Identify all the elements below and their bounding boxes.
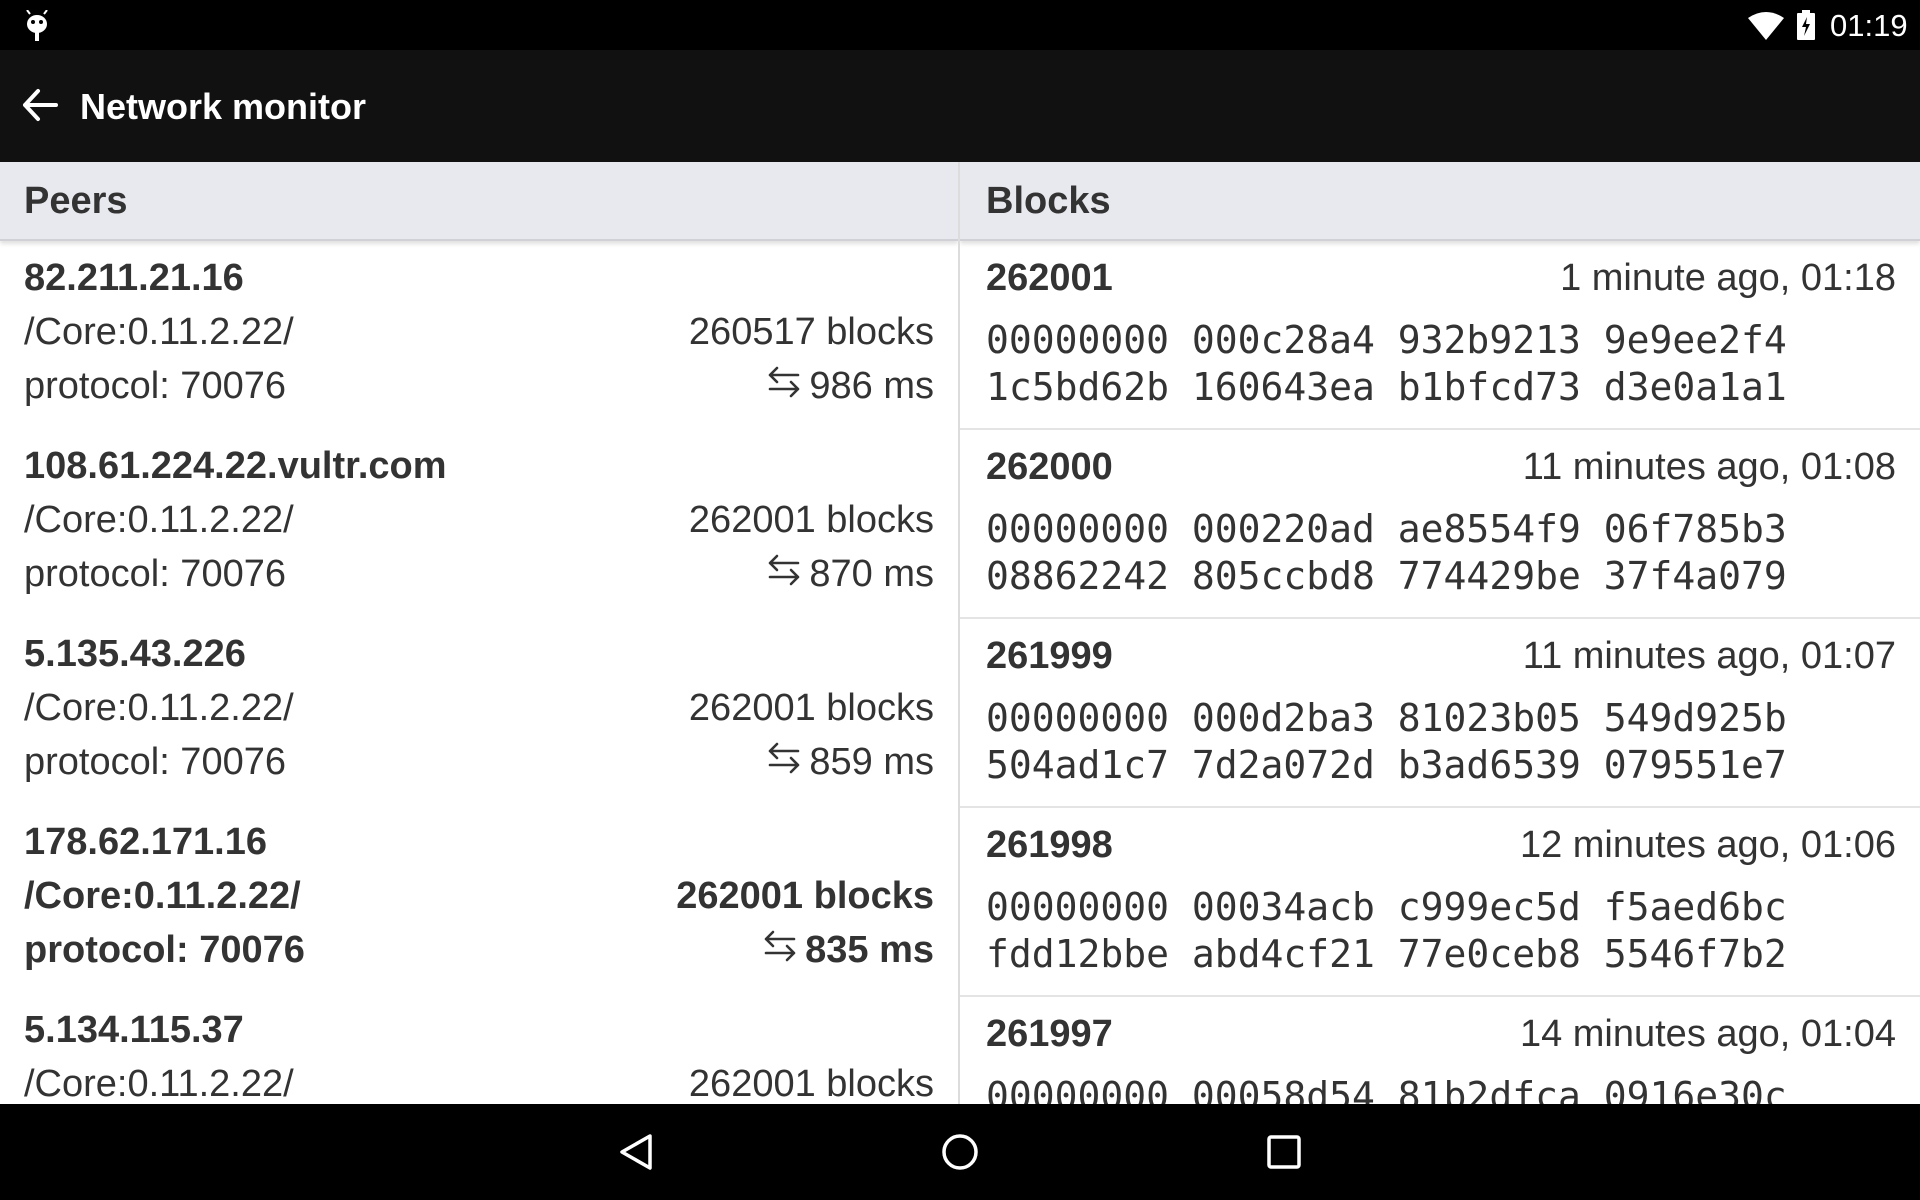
block-list-item[interactable]: 261997 14 minutes ago, 01:04 00000000 00… bbox=[960, 997, 1920, 1104]
block-time: 14 minutes ago, 01:04 bbox=[1519, 1013, 1896, 1055]
peer-block-height: 262001 blocks bbox=[676, 875, 934, 917]
block-hash: 00000000 00058d54 81b2dfca 0916e30c bbox=[986, 1073, 1787, 1104]
navigation-bar bbox=[0, 1104, 1920, 1200]
peer-ping-value: 870 ms bbox=[809, 553, 934, 595]
block-height: 261997 bbox=[986, 1013, 1113, 1055]
block-hash-line: 00000000 00058d54 81b2dfca 0916e30c bbox=[986, 1074, 1787, 1104]
blocks-pane: Blocks 262001 1 minute ago, 01:18 000000… bbox=[960, 162, 1920, 1104]
wifi-icon bbox=[1748, 12, 1784, 45]
peer-ping: 835 ms bbox=[763, 929, 934, 972]
peer-list-item[interactable]: 178.62.171.16 /Core:0.11.2.22/ protocol:… bbox=[0, 805, 958, 993]
peer-ping: 859 ms bbox=[767, 741, 934, 784]
swap-arrows-icon bbox=[767, 553, 801, 596]
block-hash-line: 00000000 00034acb c999ec5d f5aed6bc bbox=[986, 885, 1787, 929]
peer-list-item[interactable]: 108.61.224.22.vultr.com /Core:0.11.2.22/… bbox=[0, 429, 958, 617]
block-hash-line: fdd12bbe abd4cf21 77e0ceb8 5546f7b2 bbox=[986, 932, 1787, 976]
block-height: 261999 bbox=[986, 635, 1113, 677]
block-height: 262001 bbox=[986, 257, 1113, 299]
block-hash-line: 00000000 000c28a4 932b9213 9e9ee2f4 bbox=[986, 318, 1787, 362]
peer-version: /Core:0.11.2.22/ bbox=[24, 1063, 294, 1104]
app-bar: Network monitor bbox=[0, 50, 1920, 162]
peer-list-item[interactable]: 82.211.21.16 /Core:0.11.2.22/ protocol: … bbox=[0, 241, 958, 429]
home-circle-icon[interactable] bbox=[940, 1132, 980, 1177]
peer-block-height: 262001 blocks bbox=[688, 687, 934, 729]
block-height: 262000 bbox=[986, 446, 1113, 488]
peer-version: /Core:0.11.2.22/ bbox=[24, 687, 294, 729]
recents-square-icon[interactable] bbox=[1264, 1132, 1304, 1177]
page-title: Network monitor bbox=[80, 86, 367, 127]
block-time: 1 minute ago, 01:18 bbox=[1560, 257, 1896, 299]
status-bar: 01:19 bbox=[0, 0, 1920, 50]
block-list-item[interactable]: 262000 11 minutes ago, 01:08 00000000 00… bbox=[960, 430, 1920, 619]
peer-list-item[interactable]: 5.134.115.37 /Core:0.11.2.22/ 262001 blo… bbox=[0, 993, 958, 1104]
battery-charging-icon bbox=[1797, 10, 1815, 45]
back-arrow-icon[interactable] bbox=[22, 88, 58, 127]
block-list-item[interactable]: 261999 11 minutes ago, 01:07 00000000 00… bbox=[960, 619, 1920, 808]
peer-ping-value: 986 ms bbox=[809, 365, 934, 407]
android-icon bbox=[24, 9, 50, 47]
block-list: 262001 1 minute ago, 01:18 00000000 000c… bbox=[960, 241, 1920, 1104]
peer-ping: 986 ms bbox=[767, 365, 934, 408]
peer-host: 82.211.21.16 bbox=[24, 257, 244, 299]
block-time: 11 minutes ago, 01:07 bbox=[1522, 635, 1896, 677]
peer-ping-value: 835 ms bbox=[805, 929, 934, 971]
back-triangle-icon[interactable] bbox=[616, 1132, 656, 1177]
blocks-header: Blocks bbox=[960, 162, 1920, 241]
peer-block-height: 262001 blocks bbox=[688, 1063, 934, 1104]
block-list-item[interactable]: 262001 1 minute ago, 01:18 00000000 000c… bbox=[960, 241, 1920, 430]
block-hash: 00000000 000d2ba3 81023b05 549d925b 504a… bbox=[986, 695, 1787, 789]
peer-ping: 870 ms bbox=[767, 553, 934, 596]
swap-arrows-icon bbox=[767, 365, 801, 408]
peer-version: /Core:0.11.2.22/ bbox=[24, 311, 294, 353]
block-hash-line: 504ad1c7 7d2a072d b3ad6539 079551e7 bbox=[986, 743, 1787, 787]
peer-list-item[interactable]: 5.135.43.226 /Core:0.11.2.22/ protocol: … bbox=[0, 617, 958, 805]
peer-list: 82.211.21.16 /Core:0.11.2.22/ protocol: … bbox=[0, 241, 958, 1104]
swap-arrows-icon bbox=[763, 929, 797, 972]
block-hash-line: 00000000 000220ad ae8554f9 06f785b3 bbox=[986, 507, 1787, 551]
block-list-item[interactable]: 261998 12 minutes ago, 01:06 00000000 00… bbox=[960, 808, 1920, 997]
peer-protocol: protocol: 70076 bbox=[24, 929, 305, 971]
peer-protocol: protocol: 70076 bbox=[24, 741, 286, 783]
block-time: 11 minutes ago, 01:08 bbox=[1522, 446, 1896, 488]
peer-host: 5.135.43.226 bbox=[24, 633, 246, 675]
block-hash-line: 00000000 000d2ba3 81023b05 549d925b bbox=[986, 696, 1787, 740]
block-hash: 00000000 000220ad ae8554f9 06f785b3 0886… bbox=[986, 506, 1787, 600]
peer-ping-value: 859 ms bbox=[809, 741, 934, 783]
peers-header: Peers bbox=[0, 162, 958, 241]
block-hash-line: 08862242 805ccbd8 774429be 37f4a079 bbox=[986, 554, 1787, 598]
peer-host: 5.134.115.37 bbox=[24, 1009, 244, 1051]
peer-protocol: protocol: 70076 bbox=[24, 553, 286, 595]
peer-block-height: 260517 blocks bbox=[688, 311, 934, 353]
peer-host: 178.62.171.16 bbox=[24, 821, 268, 863]
block-hash-line: 1c5bd62b 160643ea b1bfcd73 d3e0a1a1 bbox=[986, 365, 1787, 409]
block-time: 12 minutes ago, 01:06 bbox=[1519, 824, 1896, 866]
peer-block-height: 262001 blocks bbox=[688, 499, 934, 541]
peers-pane: Peers 82.211.21.16 /Core:0.11.2.22/ prot… bbox=[0, 162, 958, 1104]
peer-host: 108.61.224.22.vultr.com bbox=[24, 445, 447, 487]
swap-arrows-icon bbox=[767, 741, 801, 784]
status-clock: 01:19 bbox=[1830, 8, 1908, 43]
block-hash: 00000000 00034acb c999ec5d f5aed6bc fdd1… bbox=[986, 884, 1787, 978]
block-height: 261998 bbox=[986, 824, 1113, 866]
block-hash: 00000000 000c28a4 932b9213 9e9ee2f4 1c5b… bbox=[986, 317, 1787, 411]
peer-version: /Core:0.11.2.22/ bbox=[24, 875, 301, 917]
peer-version: /Core:0.11.2.22/ bbox=[24, 499, 294, 541]
peer-protocol: protocol: 70076 bbox=[24, 365, 286, 407]
